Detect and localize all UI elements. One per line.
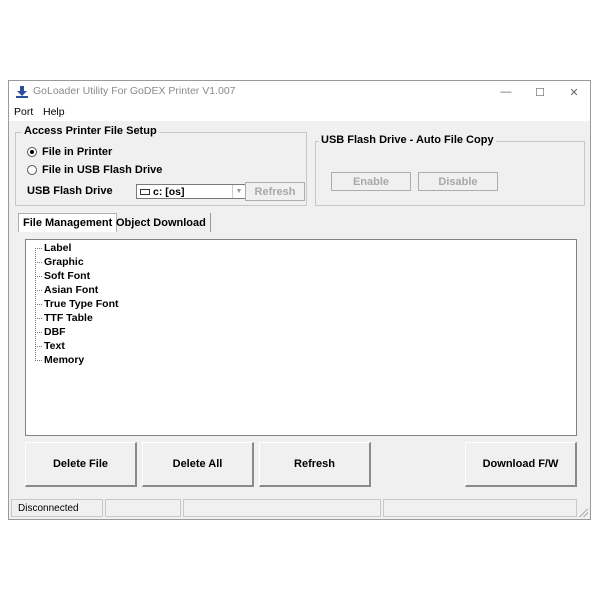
- tree-item-text: Graphic: [44, 256, 84, 268]
- status-cell-3: [183, 499, 381, 517]
- tree-branch: [35, 317, 42, 319]
- tree-item-asian-font[interactable]: Asian Font: [35, 283, 98, 297]
- tab-object-download[interactable]: Object Download: [112, 213, 211, 232]
- tree-branch: [35, 261, 42, 263]
- tree-item-text: Asian Font: [44, 284, 99, 296]
- maximize-button[interactable]: ☐: [523, 81, 557, 103]
- download-arrow-icon: [16, 86, 28, 98]
- tree-branch: [35, 275, 42, 277]
- tree-branch: [35, 345, 42, 347]
- menu-help[interactable]: Help: [43, 106, 65, 118]
- radio-label: File in Printer: [42, 146, 113, 158]
- resize-grip-icon[interactable]: [578, 507, 588, 517]
- tree-item-true-type-font[interactable]: True Type Font: [35, 297, 118, 311]
- delete-all-button[interactable]: Delete All: [142, 442, 254, 487]
- auto-copy-title: USB Flash Drive - Auto File Copy: [319, 134, 496, 146]
- radio-label: File in USB Flash Drive: [42, 164, 163, 176]
- radio-checked-icon: [27, 147, 37, 157]
- tree-item-dbf[interactable]: DBF: [35, 325, 66, 339]
- title-bar[interactable]: GoLoader Utility For GoDEX Printer V1.00…: [9, 81, 590, 103]
- disable-button[interactable]: Disable: [418, 172, 498, 191]
- enable-button[interactable]: Enable: [331, 172, 411, 191]
- tree-branch: [35, 289, 42, 291]
- tree-branch: [35, 247, 42, 249]
- drive-select[interactable]: c: [os] ▼: [136, 184, 246, 199]
- chevron-down-icon[interactable]: ▼: [232, 185, 245, 198]
- refresh-drive-button[interactable]: Refresh: [245, 182, 305, 201]
- tree-item-memory[interactable]: Memory: [35, 353, 84, 367]
- tree-item-ttf-table[interactable]: TTF Table: [35, 311, 93, 325]
- status-cell-4: [383, 499, 577, 517]
- file-tree[interactable]: Label Graphic Soft Font Asian Font True …: [25, 239, 577, 436]
- minimize-button[interactable]: —: [489, 81, 523, 103]
- tree-item-text: Memory: [44, 354, 85, 366]
- tree-item-text[interactable]: Text: [35, 339, 65, 353]
- tree-branch: [35, 303, 42, 305]
- refresh-button[interactable]: Refresh: [259, 442, 371, 487]
- tree-item-text: Label: [44, 242, 72, 254]
- tree-item-text: TTF Table: [44, 312, 93, 324]
- tree-item-text: DBF: [44, 326, 66, 338]
- drive-select-value: c: [os]: [153, 185, 185, 198]
- tree-item-graphic[interactable]: Graphic: [35, 255, 84, 269]
- radio-file-in-usb[interactable]: File in USB Flash Drive: [27, 164, 162, 176]
- status-connection: Disconnected: [11, 499, 103, 517]
- radio-unchecked-icon: [27, 165, 37, 175]
- tree-branch: [35, 359, 42, 361]
- close-button[interactable]: ✕: [557, 81, 591, 103]
- status-cell-2: [105, 499, 181, 517]
- menu-port[interactable]: Port: [14, 106, 33, 118]
- tree-item-text: Text: [44, 340, 65, 352]
- app-window: GoLoader Utility For GoDEX Printer V1.00…: [8, 80, 591, 520]
- delete-file-button[interactable]: Delete File: [25, 442, 137, 487]
- radio-file-in-printer[interactable]: File in Printer: [27, 146, 112, 158]
- menu-bar: Port Help: [9, 103, 590, 121]
- tree-item-text: Soft Font: [44, 270, 91, 282]
- usb-flash-drive-label: USB Flash Drive: [27, 185, 113, 197]
- tree-item-text: True Type Font: [44, 298, 119, 310]
- download-fw-button[interactable]: Download F/W: [465, 442, 577, 487]
- tree-item-soft-font[interactable]: Soft Font: [35, 269, 90, 283]
- status-bar: Disconnected: [9, 497, 590, 519]
- tree-branch: [35, 331, 42, 333]
- tab-file-management[interactable]: File Management: [18, 213, 118, 232]
- window-title: GoLoader Utility For GoDEX Printer V1.00…: [33, 85, 236, 97]
- access-setup-title: Access Printer File Setup: [22, 125, 159, 137]
- drive-icon: [140, 189, 150, 195]
- tree-item-label[interactable]: Label: [35, 241, 71, 255]
